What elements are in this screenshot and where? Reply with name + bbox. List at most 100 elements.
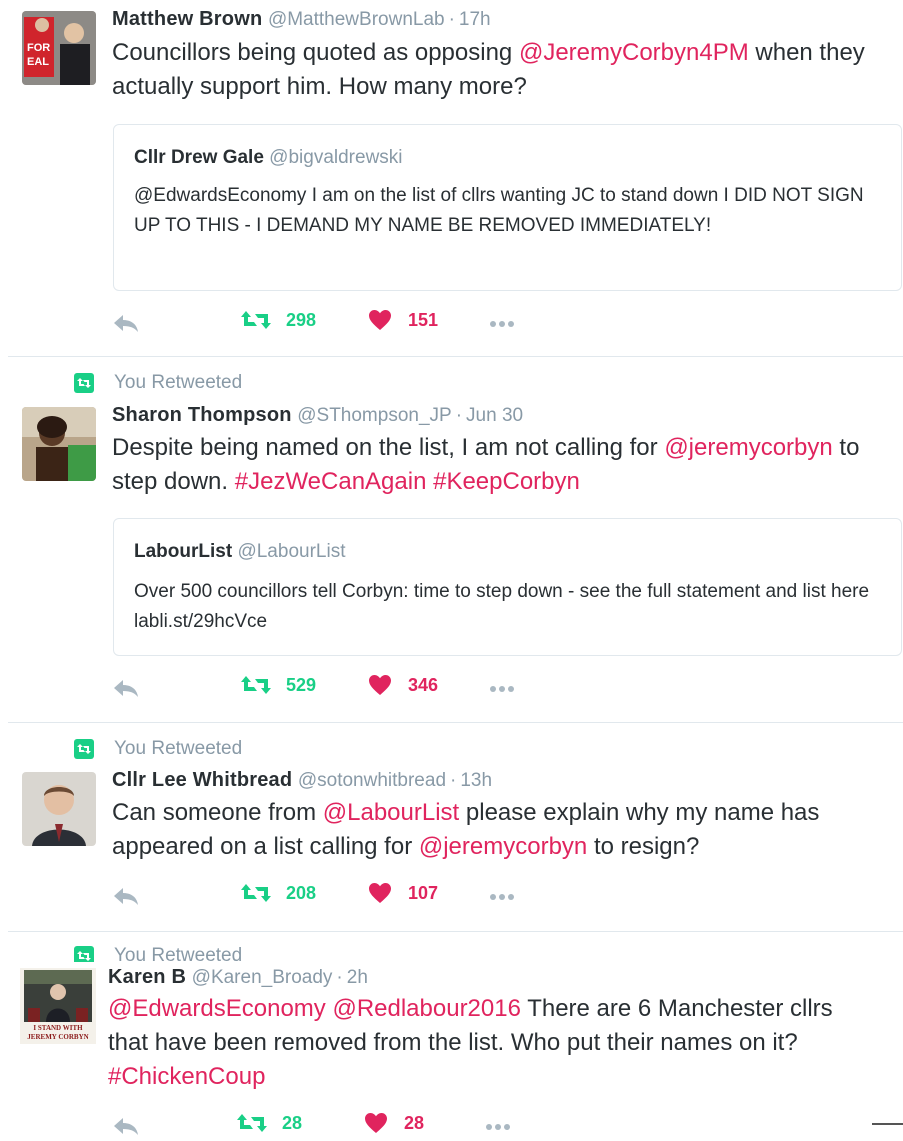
tweet-text-segment: to resign?: [587, 833, 700, 860]
mention-link[interactable]: @jeremycorbyn: [419, 833, 587, 860]
retweet-button[interactable]: 298: [240, 309, 316, 331]
separator-dot: ·: [455, 405, 463, 426]
quoted-author-handle: @LabourList: [237, 541, 346, 562]
divider: [8, 722, 903, 723]
retweet-icon: [241, 311, 271, 329]
like-count: 28: [404, 1112, 425, 1133]
retweet-context-label: You Retweeted: [114, 372, 243, 393]
retweet-count: 28: [282, 1112, 303, 1133]
hashtag-link[interactable]: #KeepCorbyn: [433, 468, 580, 495]
tweet-actions: 298 151: [112, 309, 532, 339]
tweet-text: Councillors being quoted as opposing @Je…: [112, 36, 902, 104]
more-icon[interactable]: [490, 686, 514, 692]
heart-icon: [369, 310, 391, 330]
svg-text:FOR: FOR: [27, 42, 50, 54]
retweet-icon: [241, 676, 271, 694]
retweet-button[interactable]: 208: [240, 882, 316, 904]
mention-link[interactable]: @Redlabour2016: [332, 995, 521, 1022]
separator-dot: ·: [448, 9, 455, 30]
tweet-time[interactable]: 17h: [459, 9, 491, 30]
tweet-header: Matthew Brown @MatthewBrownLab · 17h: [112, 8, 491, 31]
author-handle[interactable]: @SThompson_JP: [297, 405, 451, 426]
more-icon[interactable]: [486, 1124, 510, 1130]
avatar[interactable]: [22, 407, 96, 481]
retweet-icon: [241, 884, 271, 902]
mention-link[interactable]: @EdwardsEconomy: [108, 995, 326, 1022]
author-name[interactable]: Sharon Thompson: [112, 404, 292, 426]
reply-icon[interactable]: [112, 1115, 140, 1137]
hashtag-link[interactable]: #JezWeCanAgain: [235, 468, 427, 495]
like-count: 151: [408, 309, 439, 330]
retweet-button[interactable]: 28: [236, 1112, 302, 1134]
tweet-text: Despite being named on the list, I am no…: [112, 431, 902, 499]
heart-icon: [365, 1113, 387, 1133]
author-handle[interactable]: @Karen_Broady: [192, 967, 333, 988]
author-handle[interactable]: @sotonwhitbread: [298, 770, 446, 791]
author-name[interactable]: Matthew Brown: [112, 8, 262, 30]
hashtag-link[interactable]: #ChickenCoup: [108, 1063, 265, 1090]
reply-icon[interactable]: [112, 885, 140, 907]
tweet-text-segment: Can someone from: [112, 799, 323, 826]
quoted-tweet-text: @EdwardsEconomy I am on the list of cllr…: [134, 185, 864, 236]
retweet-context-label: You Retweeted: [114, 738, 243, 759]
tweet-header: Sharon Thompson @SThompson_JP · Jun 30: [112, 404, 523, 427]
more-icon[interactable]: [490, 321, 514, 327]
tweet-actions: 28 28: [112, 1112, 532, 1141]
author-name[interactable]: Karen B: [108, 966, 186, 988]
like-button[interactable]: 107: [368, 882, 438, 904]
retweet-count: 529: [286, 674, 317, 695]
avatar[interactable]: I STAND WITH JEREMY CORBYN: [20, 968, 96, 1044]
quoted-tweet-text: Over 500 councillors tell Corbyn: time t…: [134, 581, 870, 632]
retweet-count: 298: [286, 309, 317, 330]
mention-link[interactable]: @JeremyCorbyn4PM: [519, 39, 749, 66]
quoted-author-name: Cllr Drew Gale: [134, 147, 264, 168]
divider: [872, 1123, 903, 1125]
more-icon[interactable]: [490, 894, 514, 900]
retweet-icon: [237, 1114, 267, 1132]
mention-link[interactable]: @LabourList: [323, 799, 459, 826]
tweet-actions: 529 346: [112, 674, 532, 704]
like-count: 346: [408, 674, 439, 695]
avatar[interactable]: [22, 772, 96, 846]
avatar[interactable]: FOR EAL: [22, 11, 96, 85]
mention-link[interactable]: @jeremycorbyn: [664, 434, 832, 461]
tweet-time[interactable]: Jun 30: [466, 405, 523, 426]
retweet-context: You Retweeted: [74, 371, 242, 395]
heart-icon: [369, 883, 391, 903]
tweet-text-segment: Councillors being quoted as opposing: [112, 39, 519, 66]
like-button[interactable]: 28: [364, 1112, 424, 1134]
tweet-time[interactable]: 2h: [347, 967, 368, 988]
tweet-text-segment: Despite being named on the list, I am no…: [112, 434, 665, 461]
tweet-header: Karen B @Karen_Broady · 2h: [108, 966, 368, 989]
retweet-button[interactable]: 529: [240, 674, 316, 696]
author-name[interactable]: Cllr Lee Whitbread: [112, 769, 292, 791]
divider: [8, 356, 903, 357]
quoted-author-handle: @bigvaldrewski: [269, 147, 403, 168]
retweet-count: 208: [286, 882, 317, 903]
like-button[interactable]: 346: [368, 674, 438, 696]
tweet-karen-b: I STAND WITH JEREMY CORBYN Karen B @Kare…: [0, 962, 903, 1141]
quoted-tweet[interactable]: Cllr Drew Gale @bigvaldrewski @EdwardsEc…: [113, 124, 902, 291]
tweet-text: @EdwardsEconomy @Redlabour2016 There are…: [108, 992, 878, 1094]
retweet-context: You Retweeted: [74, 737, 242, 761]
avatar-caption: I STAND WITH JEREMY CORBYN: [27, 1024, 89, 1041]
separator-dot: ·: [450, 770, 457, 791]
tweet-text: Can someone from @LabourList please expl…: [112, 796, 872, 864]
author-handle[interactable]: @MatthewBrownLab: [268, 9, 445, 30]
heart-icon: [369, 675, 391, 695]
divider: [8, 931, 903, 932]
retweet-context-icon: [74, 739, 94, 759]
like-count: 107: [408, 882, 439, 903]
quoted-tweet-header: LabourList @LabourList: [134, 541, 345, 563]
like-button[interactable]: 151: [368, 309, 438, 331]
tweet-actions: 208 107: [112, 882, 532, 912]
reply-icon[interactable]: [112, 677, 140, 699]
quoted-tweet-header: Cllr Drew Gale @bigvaldrewski: [134, 147, 403, 169]
reply-icon[interactable]: [112, 312, 140, 334]
svg-text:EAL: EAL: [27, 56, 49, 68]
quoted-author-name: LabourList: [134, 541, 233, 562]
tweet-header: Cllr Lee Whitbread @sotonwhitbread · 13h: [112, 769, 492, 792]
separator-dot: ·: [336, 967, 343, 988]
tweet-time[interactable]: 13h: [460, 770, 492, 791]
quoted-tweet[interactable]: LabourList @LabourList Over 500 councill…: [113, 518, 902, 656]
